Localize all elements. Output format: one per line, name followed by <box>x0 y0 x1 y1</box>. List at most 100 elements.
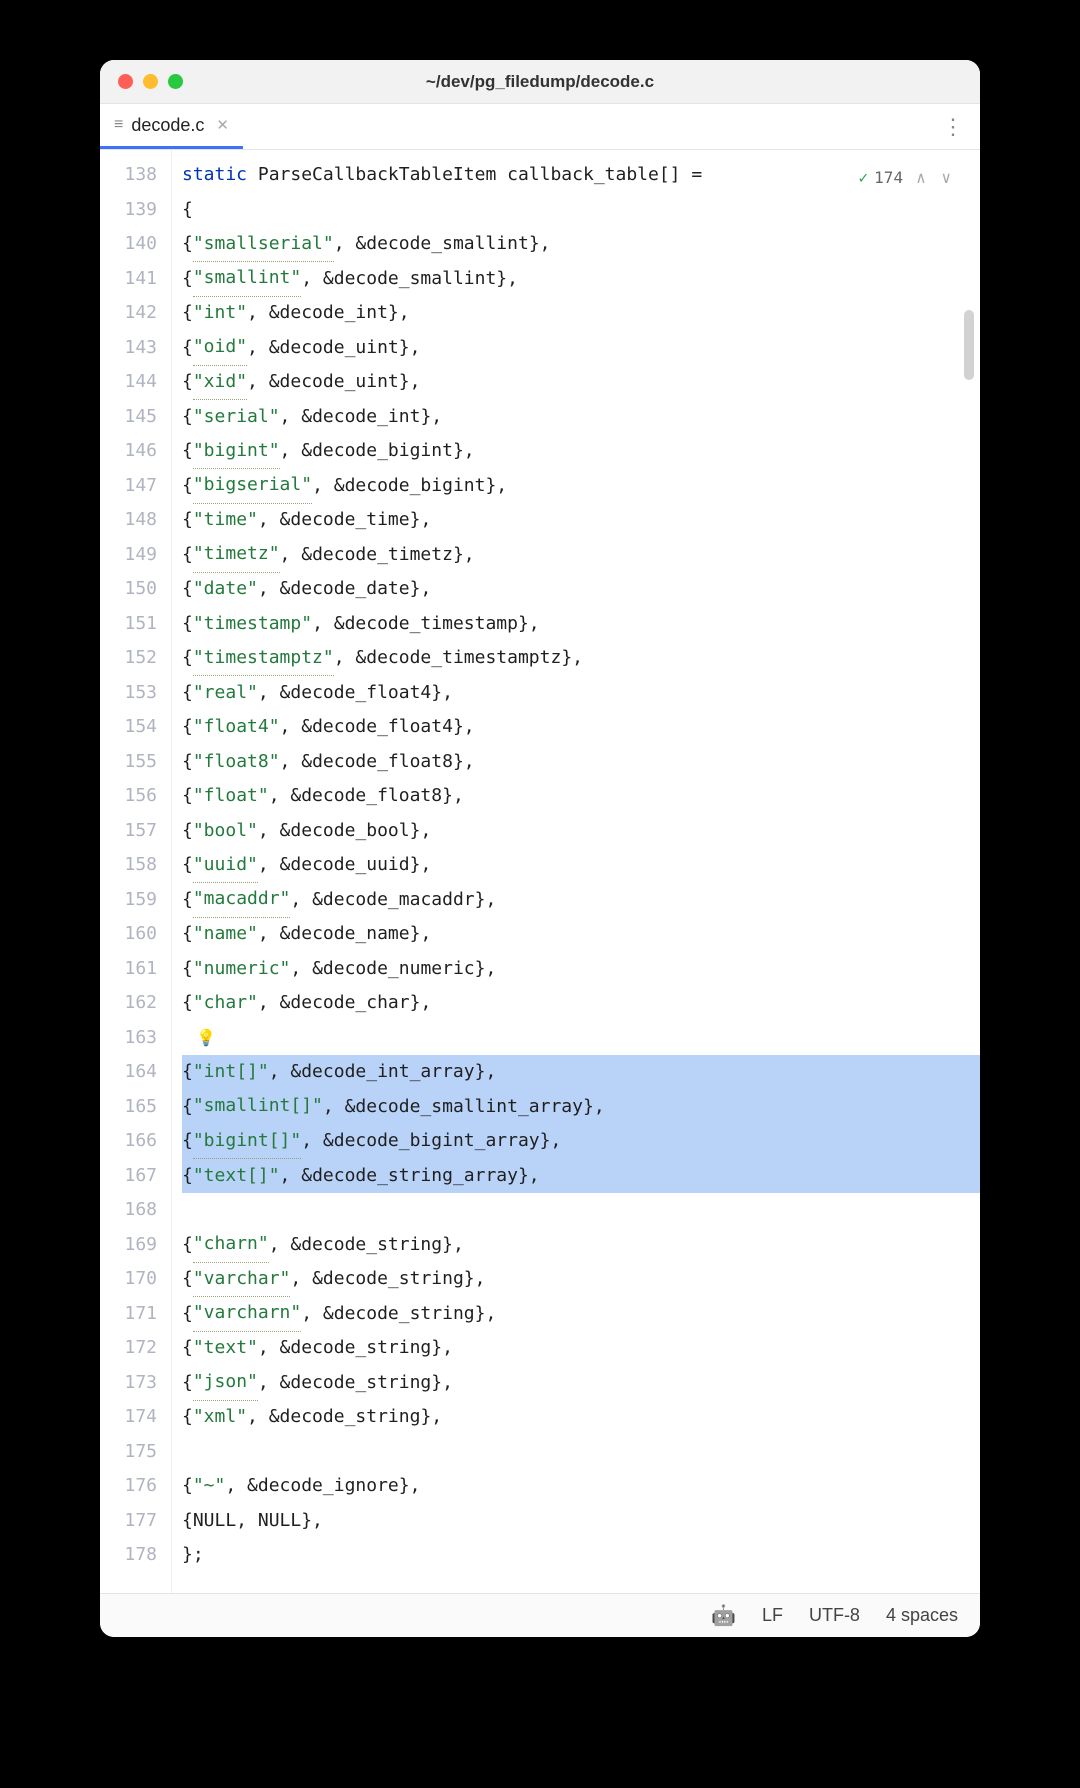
code-editor[interactable]: 1381391401411421431441451461471481491501… <box>100 150 980 1593</box>
line-number: 160 <box>100 917 157 952</box>
titlebar: ~/dev/pg_filedump/decode.c <box>100 60 980 104</box>
code-line[interactable]: {"float4", &decode_float4}, <box>182 710 980 745</box>
line-number: 164 <box>100 1055 157 1090</box>
editor-window: ~/dev/pg_filedump/decode.c ≡ decode.c ✕ … <box>100 60 980 1637</box>
line-number: 175 <box>100 1435 157 1470</box>
code-line[interactable]: {"smallint[]", &decode_smallint_array}, <box>182 1090 980 1125</box>
line-number: 156 <box>100 779 157 814</box>
line-number: 174 <box>100 1400 157 1435</box>
scrollbar-thumb[interactable] <box>964 310 974 380</box>
close-tab-icon[interactable]: ✕ <box>216 116 229 134</box>
code-line[interactable]: {"float", &decode_float8}, <box>182 779 980 814</box>
next-problem-icon[interactable]: ∨ <box>941 168 951 187</box>
code-line[interactable]: {"timetz", &decode_timetz}, <box>182 538 980 573</box>
code-line[interactable]: {"oid", &decode_uint}, <box>182 331 980 366</box>
line-number: 149 <box>100 538 157 573</box>
zoom-window-button[interactable] <box>168 74 183 89</box>
code-line[interactable]: {"text", &decode_string}, <box>182 1331 980 1366</box>
prev-problem-icon[interactable]: ∧ <box>916 168 926 187</box>
code-line[interactable]: {"date", &decode_date}, <box>182 572 980 607</box>
code-line[interactable]: {"float8", &decode_float8}, <box>182 745 980 780</box>
file-icon: ≡ <box>114 116 123 134</box>
tab-bar: ≡ decode.c ✕ ⋮ <box>100 104 980 150</box>
line-number: 170 <box>100 1262 157 1297</box>
minimize-window-button[interactable] <box>143 74 158 89</box>
window-title: ~/dev/pg_filedump/decode.c <box>100 72 980 92</box>
problem-count: 174 <box>874 161 903 196</box>
line-number: 177 <box>100 1504 157 1539</box>
line-number: 167 <box>100 1159 157 1194</box>
line-number: 139 <box>100 193 157 228</box>
code-line[interactable]: {"bigint[]", &decode_bigint_array}, <box>182 1124 980 1159</box>
code-line[interactable]: {"smallint", &decode_smallint}, <box>182 262 980 297</box>
code-line[interactable]: }; <box>182 1538 980 1573</box>
code-line[interactable]: {"char", &decode_char}, <box>182 986 980 1021</box>
line-number: 147 <box>100 469 157 504</box>
code-line[interactable]: {"name", &decode_name}, <box>182 917 980 952</box>
code-line[interactable]: {"varcharn", &decode_string}, <box>182 1297 980 1332</box>
line-number: 168 <box>100 1193 157 1228</box>
line-number: 162 <box>100 986 157 1021</box>
line-number: 165 <box>100 1090 157 1125</box>
problem-nav: ∧ ∨ <box>913 161 954 196</box>
line-number-gutter: 1381391401411421431441451461471481491501… <box>100 150 172 1593</box>
line-number: 155 <box>100 745 157 780</box>
code-line[interactable]: {"timestamp", &decode_timestamp}, <box>182 607 980 642</box>
code-line[interactable]: {"timestamptz", &decode_timestamptz}, <box>182 641 980 676</box>
line-number: 142 <box>100 296 157 331</box>
line-number: 154 <box>100 710 157 745</box>
line-number: 146 <box>100 434 157 469</box>
code-line[interactable]: {"charn", &decode_string}, <box>182 1228 980 1263</box>
code-line[interactable]: {"uuid", &decode_uuid}, <box>182 848 980 883</box>
code-line[interactable]: {"int", &decode_int}, <box>182 296 980 331</box>
line-number: 153 <box>100 676 157 711</box>
code-line[interactable]: {"bigserial", &decode_bigint}, <box>182 469 980 504</box>
code-line[interactable]: {"int[]", &decode_int_array}, <box>182 1055 980 1090</box>
close-window-button[interactable] <box>118 74 133 89</box>
code-line[interactable]: {"bool", &decode_bool}, <box>182 814 980 849</box>
status-bar: 🤖 LF UTF-8 4 spaces <box>100 1593 980 1637</box>
tab-label: decode.c <box>131 115 204 136</box>
editor-area: 1381391401411421431441451461471481491501… <box>100 150 980 1593</box>
code-line[interactable]: {"time", &decode_time}, <box>182 503 980 538</box>
code-line[interactable]: {"smallserial", &decode_smallint}, <box>182 227 980 262</box>
intention-bulb-icon[interactable]: 💡 <box>196 1021 216 1056</box>
code-line[interactable]: {NULL, NULL}, <box>182 1504 980 1539</box>
line-number: 157 <box>100 814 157 849</box>
line-number: 161 <box>100 952 157 987</box>
code-line[interactable] <box>182 1435 980 1470</box>
code-line[interactable]: {"xid", &decode_uint}, <box>182 365 980 400</box>
line-number: 173 <box>100 1366 157 1401</box>
code-line[interactable] <box>182 1193 980 1228</box>
code-line[interactable]: {"varchar", &decode_string}, <box>182 1262 980 1297</box>
code-line[interactable]: {"real", &decode_float4}, <box>182 676 980 711</box>
code-line[interactable]: { <box>182 193 980 228</box>
code-line[interactable]: {"numeric", &decode_numeric}, <box>182 952 980 987</box>
code-line[interactable]: {"xml", &decode_string}, <box>182 1400 980 1435</box>
code-line[interactable]: {"json", &decode_string}, <box>182 1366 980 1401</box>
code-line[interactable]: {"macaddr", &decode_macaddr}, <box>182 883 980 918</box>
tab-decode-c[interactable]: ≡ decode.c ✕ <box>100 104 243 149</box>
line-number: 152 <box>100 641 157 676</box>
code-line[interactable]: {"text[]", &decode_string_array}, <box>182 1159 980 1194</box>
line-number: 172 <box>100 1331 157 1366</box>
line-number: 171 <box>100 1297 157 1332</box>
line-number: 141 <box>100 262 157 297</box>
code-line[interactable]: {"~", &decode_ignore}, <box>182 1469 980 1504</box>
line-number: 151 <box>100 607 157 642</box>
code-line[interactable]: 💡 <box>182 1021 980 1056</box>
indent-status[interactable]: 4 spaces <box>886 1605 958 1626</box>
code-content[interactable]: static ParseCallbackTableItem callback_t… <box>172 150 980 1593</box>
copilot-icon[interactable]: 🤖 <box>711 1603 736 1628</box>
line-separator-status[interactable]: LF <box>762 1605 783 1626</box>
code-line[interactable]: {"bigint", &decode_bigint}, <box>182 434 980 469</box>
tab-overflow-menu[interactable]: ⋮ <box>924 104 980 149</box>
line-number: 159 <box>100 883 157 918</box>
line-number: 169 <box>100 1228 157 1263</box>
inspection-badge[interactable]: ✓ 174 ∧ ∨ <box>853 159 960 198</box>
line-number: 138 <box>100 158 157 193</box>
code-line[interactable]: {"serial", &decode_int}, <box>182 400 980 435</box>
line-number: 166 <box>100 1124 157 1159</box>
encoding-status[interactable]: UTF-8 <box>809 1605 860 1626</box>
line-number: 178 <box>100 1538 157 1573</box>
